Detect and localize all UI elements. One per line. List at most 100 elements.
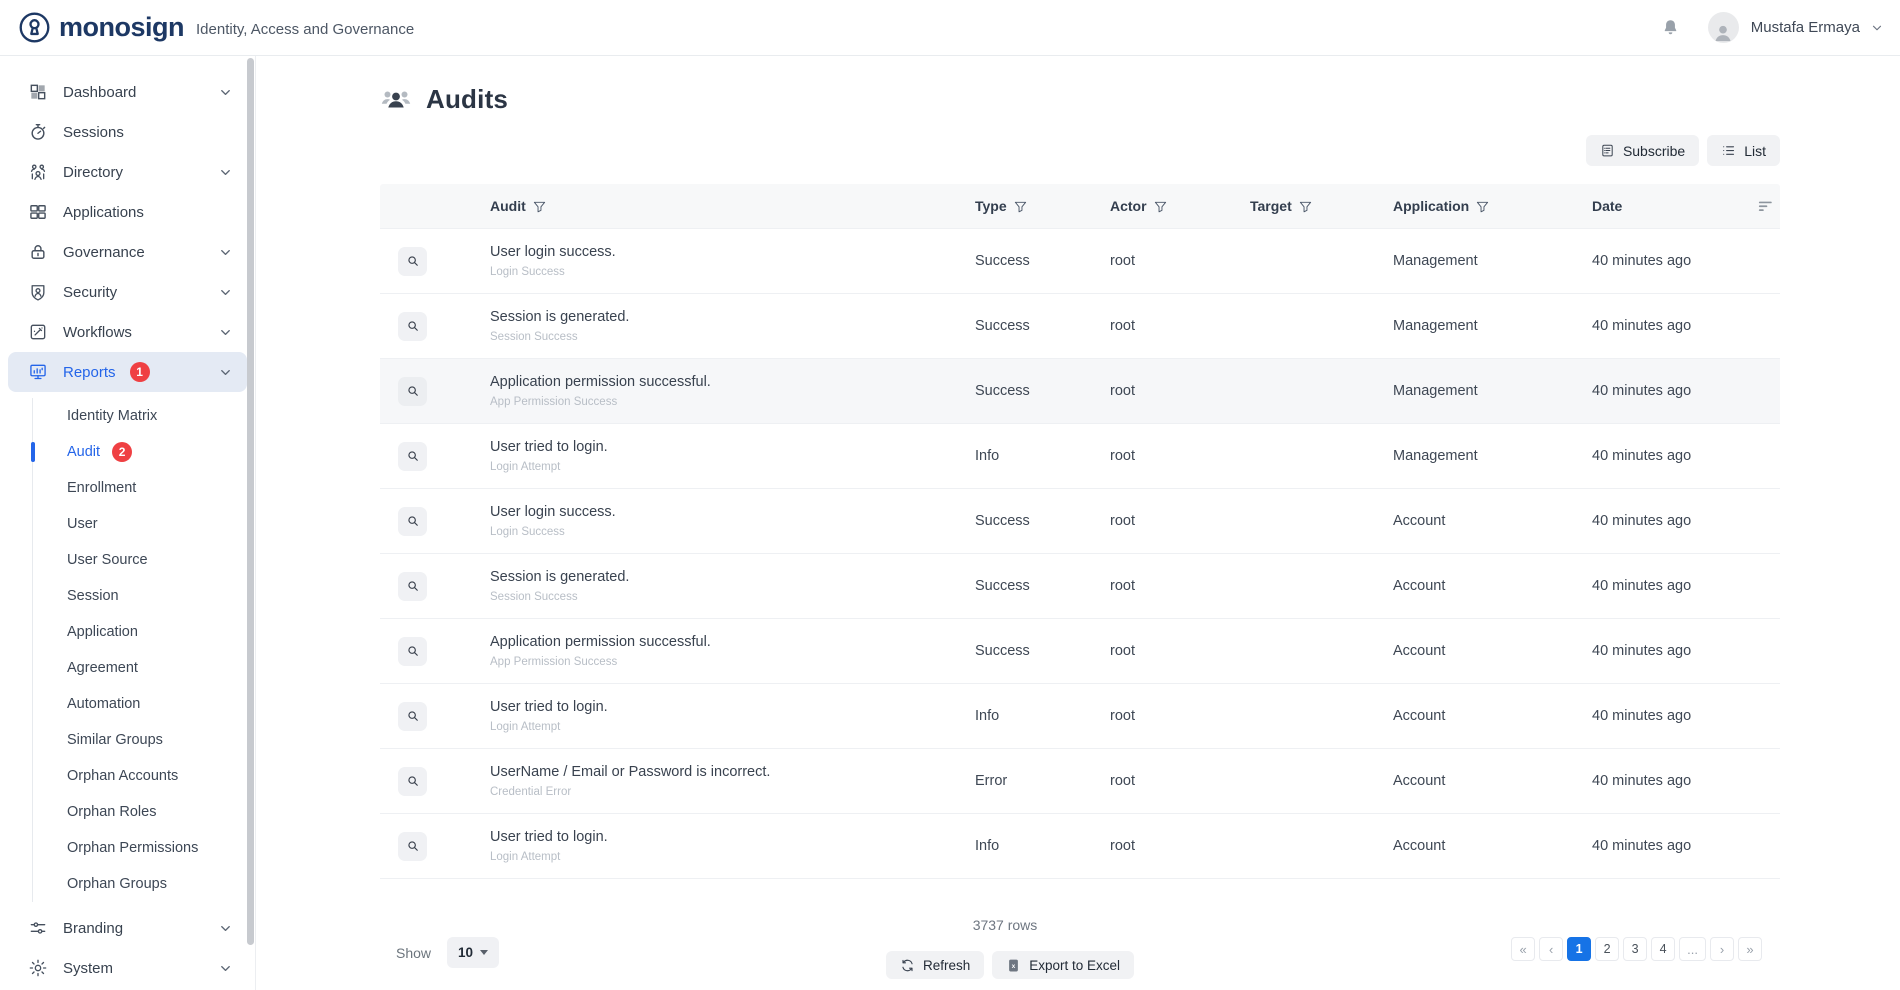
sidebar-item-security[interactable]: Security xyxy=(8,272,247,312)
row-detail-search-button[interactable] xyxy=(398,377,427,406)
date-cell: 40 minutes ago xyxy=(1592,838,1740,854)
sidebar-item-application[interactable]: Application xyxy=(33,614,247,650)
sessions-icon xyxy=(28,122,48,142)
audit-title: Session is generated. xyxy=(490,309,975,325)
sidebar-item-identity-matrix[interactable]: Identity Matrix xyxy=(33,398,247,434)
list-button[interactable]: List xyxy=(1707,135,1780,166)
audit-cell: Application permission successful.App Pe… xyxy=(490,374,975,408)
row-detail-search-button[interactable] xyxy=(398,832,427,861)
sidebar-item-governance[interactable]: Governance xyxy=(8,232,247,272)
sidebar-subitem-label: User Source xyxy=(67,552,148,568)
filter-funnel-icon xyxy=(1299,201,1312,213)
pagination-last[interactable]: » xyxy=(1738,937,1762,961)
export-to-excel-button[interactable]: x Export to Excel xyxy=(992,951,1134,979)
sidebar-subitem-label: Enrollment xyxy=(67,480,136,496)
topbar: monosign Identity, Access and Governance… xyxy=(0,0,1900,56)
audit-title: User tried to login. xyxy=(490,699,975,715)
caret-down-icon xyxy=(480,950,488,955)
row-detail-search-button[interactable] xyxy=(398,442,427,471)
column-header-actor[interactable]: Actor xyxy=(1110,198,1250,214)
sidebar-item-label: Directory xyxy=(63,164,123,181)
sidebar-item-orphan-groups[interactable]: Orphan Groups xyxy=(33,866,247,902)
pagination-prev[interactable]: ‹ xyxy=(1539,937,1563,961)
sidebar-item-reports[interactable]: Reports1 xyxy=(8,352,247,392)
user-menu-chevron-down-icon[interactable] xyxy=(1870,21,1884,35)
column-header-type[interactable]: Type xyxy=(975,198,1110,214)
column-header-application[interactable]: Application xyxy=(1393,198,1592,214)
notification-badge: 2 xyxy=(112,442,132,462)
audit-title: User login success. xyxy=(490,504,975,520)
page-size-dropdown[interactable]: 10 xyxy=(447,937,499,968)
sidebar-subitem-label: User xyxy=(67,516,98,532)
column-header-target[interactable]: Target xyxy=(1250,198,1393,214)
sidebar-item-agreement[interactable]: Agreement xyxy=(33,650,247,686)
sidebar-item-orphan-roles[interactable]: Orphan Roles xyxy=(33,794,247,830)
row-detail-search-button[interactable] xyxy=(398,702,427,731)
sidebar-item-user-source[interactable]: User Source xyxy=(33,542,247,578)
table-row: Application permission successful.App Pe… xyxy=(380,359,1780,424)
row-detail-search-button[interactable] xyxy=(398,507,427,536)
audit-cell: UserName / Email or Password is incorrec… xyxy=(490,764,975,798)
pagination-page-4[interactable]: 4 xyxy=(1651,937,1675,961)
user-name[interactable]: Mustafa Ermaya xyxy=(1751,19,1860,36)
applications-icon xyxy=(28,202,48,222)
audit-subtitle: Session Success xyxy=(490,331,975,343)
pagination-page-3[interactable]: 3 xyxy=(1623,937,1647,961)
sidebar-item-system[interactable]: System xyxy=(8,948,247,988)
pagination-first[interactable]: « xyxy=(1511,937,1535,961)
sidebar-item-orphan-permissions[interactable]: Orphan Permissions xyxy=(33,830,247,866)
sidebar-item-automation[interactable]: Automation xyxy=(33,686,247,722)
row-search-cell xyxy=(380,507,490,536)
sidebar-item-enrollment[interactable]: Enrollment xyxy=(33,470,247,506)
sidebar-item-workflows[interactable]: Workflows xyxy=(8,312,247,352)
pagination-page-1[interactable]: 1 xyxy=(1567,937,1591,961)
sidebar-subitem-label: Identity Matrix xyxy=(67,408,157,424)
sidebar-scrollbar[interactable] xyxy=(247,58,254,945)
sidebar-item-directory[interactable]: Directory xyxy=(8,152,247,192)
audits-table: AuditTypeActorTargetApplicationDate User… xyxy=(380,184,1780,879)
actor-cell: root xyxy=(1110,643,1250,659)
sidebar-item-dashboard[interactable]: Dashboard xyxy=(8,72,247,112)
svg-text:x: x xyxy=(1012,962,1016,969)
pagination-next[interactable]: › xyxy=(1710,937,1734,961)
chevron-down-icon xyxy=(218,961,233,976)
user-avatar[interactable] xyxy=(1708,12,1739,43)
sidebar-subitem-label: Similar Groups xyxy=(67,732,163,748)
refresh-button[interactable]: Refresh xyxy=(886,951,984,979)
search-icon xyxy=(406,254,420,268)
type-cell: Info xyxy=(975,448,1110,464)
sidebar-item-similar-groups[interactable]: Similar Groups xyxy=(33,722,247,758)
sidebar-item-sessions[interactable]: Sessions xyxy=(8,112,247,152)
row-detail-search-button[interactable] xyxy=(398,637,427,666)
row-search-cell xyxy=(380,312,490,341)
date-cell: 40 minutes ago xyxy=(1592,383,1740,399)
sidebar-subitem-label: Audit xyxy=(67,444,100,460)
chevron-down-icon xyxy=(218,85,233,100)
row-detail-search-button[interactable] xyxy=(398,312,427,341)
type-cell: Success xyxy=(975,643,1110,659)
sidebar-item-session[interactable]: Session xyxy=(33,578,247,614)
sidebar-item-branding[interactable]: Branding xyxy=(8,908,247,948)
sidebar-item-applications[interactable]: Applications xyxy=(8,192,247,232)
type-cell: Success xyxy=(975,383,1110,399)
actor-cell: root xyxy=(1110,773,1250,789)
notifications-bell-icon[interactable] xyxy=(1661,18,1680,37)
sidebar-item-label: System xyxy=(63,960,113,977)
subscribe-button[interactable]: Subscribe xyxy=(1586,135,1699,166)
application-cell: Account xyxy=(1393,838,1592,854)
date-cell: 40 minutes ago xyxy=(1592,318,1740,334)
column-header-date[interactable]: Date xyxy=(1592,198,1740,214)
column-header-audit[interactable]: Audit xyxy=(490,198,975,214)
row-detail-search-button[interactable] xyxy=(398,247,427,276)
sidebar-subitem-label: Orphan Accounts xyxy=(67,768,178,784)
sidebar-item-label: Reports xyxy=(63,364,116,381)
pagination-page-2[interactable]: 2 xyxy=(1595,937,1619,961)
sidebar-item-user[interactable]: User xyxy=(33,506,247,542)
rows-count: 3737 rows xyxy=(880,917,1130,933)
table-footer: 3737 rows Show 10 Refresh x Export to Ex… xyxy=(380,879,1780,983)
sidebar-item-audit[interactable]: Audit 2 xyxy=(33,434,247,470)
row-detail-search-button[interactable] xyxy=(398,572,427,601)
row-detail-search-button[interactable] xyxy=(398,767,427,796)
pagination-ellipsis[interactable]: ... xyxy=(1679,937,1706,961)
sidebar-item-orphan-accounts[interactable]: Orphan Accounts xyxy=(33,758,247,794)
